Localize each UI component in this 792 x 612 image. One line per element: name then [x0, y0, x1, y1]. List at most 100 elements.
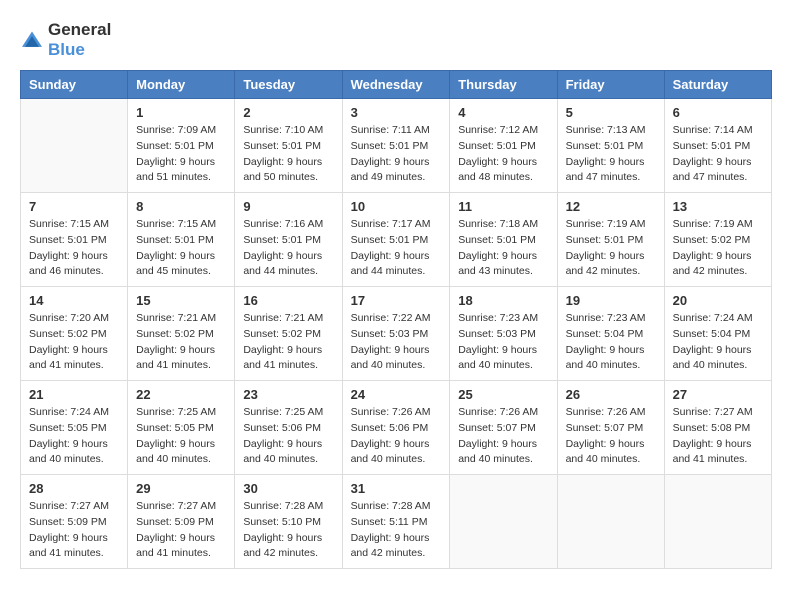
day-number: 10: [351, 199, 442, 214]
day-number: 25: [458, 387, 548, 402]
day-info: Sunrise: 7:27 AM Sunset: 5:09 PM Dayligh…: [136, 499, 226, 562]
day-info: Sunrise: 7:15 AM Sunset: 5:01 PM Dayligh…: [136, 217, 226, 280]
weekday-header: Saturday: [664, 71, 771, 99]
calendar-cell: 23 Sunrise: 7:25 AM Sunset: 5:06 PM Dayli…: [235, 381, 342, 475]
calendar-body: 1Sunrise: 7:09 AM Sunset: 5:01 PM Daylig…: [21, 99, 772, 569]
day-number: 8: [136, 199, 226, 214]
day-info: Sunrise: 7:28 AM Sunset: 5:11 PM Dayligh…: [351, 499, 442, 562]
day-number: 17: [351, 293, 442, 308]
calendar-week-row: 7 Sunrise: 7:15 AM Sunset: 5:01 PM Daylig…: [21, 193, 772, 287]
day-info: Sunrise: 7:23 AM Sunset: 5:04 PM Dayligh…: [566, 311, 656, 374]
calendar-week-row: 21 Sunrise: 7:24 AM Sunset: 5:05 PM Dayli…: [21, 381, 772, 475]
day-number: 16: [243, 293, 333, 308]
day-info: Sunrise: 7:13 AM Sunset: 5:01 PM Dayligh…: [566, 123, 656, 186]
day-info: Sunrise: 7:23 AM Sunset: 5:03 PM Dayligh…: [458, 311, 548, 374]
calendar-week-row: 1Sunrise: 7:09 AM Sunset: 5:01 PM Daylig…: [21, 99, 772, 193]
day-number: 22: [136, 387, 226, 402]
calendar-cell: 17Sunrise: 7:22 AM Sunset: 5:03 PM Dayli…: [342, 287, 450, 381]
calendar-cell: 8 Sunrise: 7:15 AM Sunset: 5:01 PM Daylig…: [128, 193, 235, 287]
day-number: 7: [29, 199, 119, 214]
day-info: Sunrise: 7:26 AM Sunset: 5:07 PM Dayligh…: [458, 405, 548, 468]
day-info: Sunrise: 7:25 AM Sunset: 5:05 PM Dayligh…: [136, 405, 226, 468]
calendar-cell: 7Sunrise: 7:15 AM Sunset: 5:01 PM Daylig…: [21, 193, 128, 287]
calendar-cell: 10 Sunrise: 7:17 AM Sunset: 5:01 PM Dayli…: [342, 193, 450, 287]
calendar-cell: 27 Sunrise: 7:27 AM Sunset: 5:08 PM Dayli…: [664, 381, 771, 475]
day-number: 12: [566, 199, 656, 214]
calendar-cell: 29 Sunrise: 7:27 AM Sunset: 5:09 PM Dayli…: [128, 475, 235, 569]
day-number: 5: [566, 105, 656, 120]
day-info: Sunrise: 7:10 AM Sunset: 5:01 PM Dayligh…: [243, 123, 333, 186]
calendar-header: SundayMondayTuesdayWednesdayThursdayFrid…: [21, 71, 772, 99]
header-row: SundayMondayTuesdayWednesdayThursdayFrid…: [21, 71, 772, 99]
calendar-cell: 30 Sunrise: 7:28 AM Sunset: 5:10 PM Dayli…: [235, 475, 342, 569]
day-info: Sunrise: 7:19 AM Sunset: 5:01 PM Dayligh…: [566, 217, 656, 280]
calendar-cell: 14 Sunrise: 7:20 AM Sunset: 5:02 PM Dayli…: [21, 287, 128, 381]
day-number: 19: [566, 293, 656, 308]
day-info: Sunrise: 7:25 AM Sunset: 5:06 PM Dayligh…: [243, 405, 333, 468]
day-number: 30: [243, 481, 333, 496]
day-info: Sunrise: 7:20 AM Sunset: 5:02 PM Dayligh…: [29, 311, 119, 374]
page-header: General Blue: [20, 20, 772, 60]
day-info: Sunrise: 7:21 AM Sunset: 5:02 PM Dayligh…: [136, 311, 226, 374]
day-number: 29: [136, 481, 226, 496]
weekday-header: Tuesday: [235, 71, 342, 99]
calendar-cell: 2 Sunrise: 7:10 AM Sunset: 5:01 PM Daylig…: [235, 99, 342, 193]
day-number: 3: [351, 105, 442, 120]
day-info: Sunrise: 7:28 AM Sunset: 5:10 PM Dayligh…: [243, 499, 333, 562]
calendar-cell: 20Sunrise: 7:24 AM Sunset: 5:04 PM Dayli…: [664, 287, 771, 381]
day-number: 28: [29, 481, 119, 496]
day-info: Sunrise: 7:18 AM Sunset: 5:01 PM Dayligh…: [458, 217, 548, 280]
calendar-cell: 21 Sunrise: 7:24 AM Sunset: 5:05 PM Dayli…: [21, 381, 128, 475]
calendar-cell: [664, 475, 771, 569]
logo: General Blue: [20, 20, 111, 60]
calendar-cell: 15 Sunrise: 7:21 AM Sunset: 5:02 PM Dayli…: [128, 287, 235, 381]
calendar-cell: 31Sunrise: 7:28 AM Sunset: 5:11 PM Dayli…: [342, 475, 450, 569]
calendar-week-row: 28 Sunrise: 7:27 AM Sunset: 5:09 PM Dayli…: [21, 475, 772, 569]
calendar-cell: 13 Sunrise: 7:19 AM Sunset: 5:02 PM Dayli…: [664, 193, 771, 287]
calendar-cell: [557, 475, 664, 569]
day-info: Sunrise: 7:19 AM Sunset: 5:02 PM Dayligh…: [673, 217, 763, 280]
calendar-cell: 11 Sunrise: 7:18 AM Sunset: 5:01 PM Dayli…: [450, 193, 557, 287]
day-number: 9: [243, 199, 333, 214]
day-info: Sunrise: 7:26 AM Sunset: 5:06 PM Dayligh…: [351, 405, 442, 468]
calendar-cell: 6Sunrise: 7:14 AM Sunset: 5:01 PM Daylig…: [664, 99, 771, 193]
calendar-cell: [450, 475, 557, 569]
weekday-header: Friday: [557, 71, 664, 99]
day-info: Sunrise: 7:12 AM Sunset: 5:01 PM Dayligh…: [458, 123, 548, 186]
logo-icon: [20, 30, 44, 50]
calendar-cell: 16 Sunrise: 7:21 AM Sunset: 5:02 PM Dayli…: [235, 287, 342, 381]
calendar-cell: [21, 99, 128, 193]
day-number: 2: [243, 105, 333, 120]
day-number: 26: [566, 387, 656, 402]
day-number: 21: [29, 387, 119, 402]
calendar-cell: 19 Sunrise: 7:23 AM Sunset: 5:04 PM Dayli…: [557, 287, 664, 381]
day-info: Sunrise: 7:17 AM Sunset: 5:01 PM Dayligh…: [351, 217, 442, 280]
day-info: Sunrise: 7:26 AM Sunset: 5:07 PM Dayligh…: [566, 405, 656, 468]
day-number: 11: [458, 199, 548, 214]
calendar-cell: 22 Sunrise: 7:25 AM Sunset: 5:05 PM Dayli…: [128, 381, 235, 475]
day-info: Sunrise: 7:09 AM Sunset: 5:01 PM Dayligh…: [136, 123, 226, 186]
weekday-header: Thursday: [450, 71, 557, 99]
logo-text: General Blue: [48, 20, 111, 60]
calendar-cell: 9Sunrise: 7:16 AM Sunset: 5:01 PM Daylig…: [235, 193, 342, 287]
day-number: 23: [243, 387, 333, 402]
day-number: 14: [29, 293, 119, 308]
calendar-cell: 3 Sunrise: 7:11 AM Sunset: 5:01 PM Daylig…: [342, 99, 450, 193]
day-info: Sunrise: 7:24 AM Sunset: 5:05 PM Dayligh…: [29, 405, 119, 468]
calendar-cell: 26 Sunrise: 7:26 AM Sunset: 5:07 PM Dayli…: [557, 381, 664, 475]
calendar-table: SundayMondayTuesdayWednesdayThursdayFrid…: [20, 70, 772, 569]
weekday-header: Wednesday: [342, 71, 450, 99]
day-number: 24: [351, 387, 442, 402]
day-info: Sunrise: 7:21 AM Sunset: 5:02 PM Dayligh…: [243, 311, 333, 374]
day-info: Sunrise: 7:11 AM Sunset: 5:01 PM Dayligh…: [351, 123, 442, 186]
calendar-cell: 5 Sunrise: 7:13 AM Sunset: 5:01 PM Daylig…: [557, 99, 664, 193]
day-number: 4: [458, 105, 548, 120]
calendar-cell: 28 Sunrise: 7:27 AM Sunset: 5:09 PM Dayli…: [21, 475, 128, 569]
day-number: 15: [136, 293, 226, 308]
calendar-cell: 12 Sunrise: 7:19 AM Sunset: 5:01 PM Dayli…: [557, 193, 664, 287]
day-number: 13: [673, 199, 763, 214]
day-info: Sunrise: 7:27 AM Sunset: 5:09 PM Dayligh…: [29, 499, 119, 562]
day-number: 27: [673, 387, 763, 402]
day-info: Sunrise: 7:27 AM Sunset: 5:08 PM Dayligh…: [673, 405, 763, 468]
weekday-header: Sunday: [21, 71, 128, 99]
